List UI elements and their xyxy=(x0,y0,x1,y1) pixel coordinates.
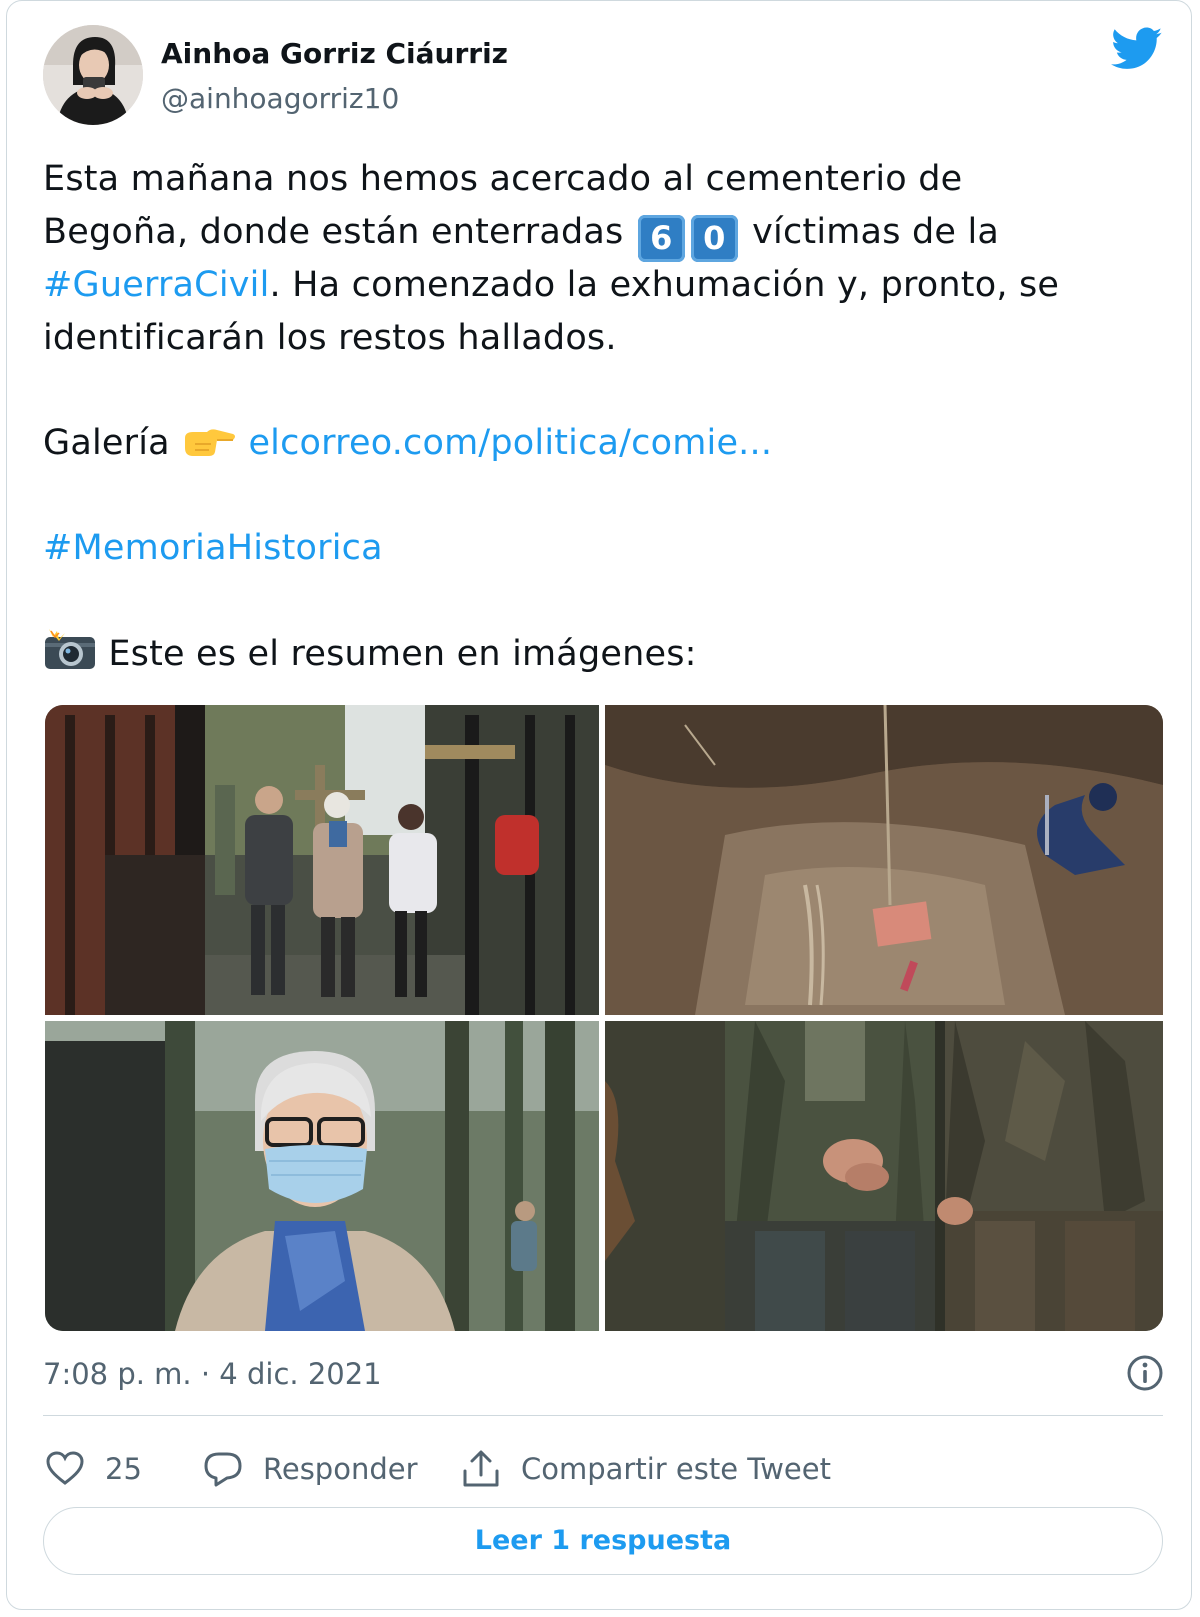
share-label: Compartir este Tweet xyxy=(521,1452,831,1486)
author-handle[interactable]: @ainhoagorriz10 xyxy=(161,81,399,117)
muddy-workers-hands-photo[interactable] xyxy=(605,1021,1163,1331)
tweet-text: Esta mañana nos hemos acercado al cement… xyxy=(43,153,1163,680)
photo-grid xyxy=(45,705,1163,1331)
divider xyxy=(43,1415,1163,1416)
keycap-0: 0 xyxy=(690,215,738,262)
like-button[interactable]: 25 xyxy=(45,1439,142,1499)
cemetery-gate-people-photo[interactable] xyxy=(45,705,599,1015)
share-button[interactable]: Compartir este Tweet xyxy=(461,1439,831,1499)
gallery-label: Galería xyxy=(43,423,170,463)
reply-button[interactable]: Responder xyxy=(203,1439,418,1499)
excavation-pit-photo[interactable] xyxy=(605,705,1163,1015)
tweet-line-1: Esta mañana nos hemos acercado al cement… xyxy=(43,159,963,199)
avatar[interactable] xyxy=(43,25,143,125)
keycap-6: 6 xyxy=(637,215,685,262)
tweet-line-2b: víctimas de la xyxy=(740,212,1000,252)
tweet-card: Ainhoa Gorriz Ciáurriz @ainhoagorriz10 E… xyxy=(6,0,1192,1610)
reply-label: Responder xyxy=(263,1452,418,1486)
heart-icon xyxy=(46,1451,84,1485)
info-icon[interactable] xyxy=(1125,1353,1165,1393)
hashtag-memoriahistorica[interactable]: #MemoriaHistorica xyxy=(43,528,383,568)
author-name[interactable]: Ainhoa Gorriz Ciáurriz xyxy=(161,36,508,72)
tweet-timestamp[interactable]: 7:08 p. m. · 4 dic. 2021 xyxy=(43,1355,382,1393)
elderly-woman-mask-photo[interactable] xyxy=(45,1021,599,1331)
speech-bubble-icon xyxy=(204,1452,242,1487)
share-upload-icon xyxy=(463,1450,499,1487)
tweet-header: Ainhoa Gorriz Ciáurriz @ainhoagorriz10 xyxy=(43,23,1163,133)
like-count: 25 xyxy=(105,1452,142,1486)
backhand-index-pointing-right-emoji xyxy=(185,429,236,456)
tweet-line-4: identificarán los restos hallados. xyxy=(43,318,617,358)
gallery-link[interactable]: elcorreo.com/politica/comie... xyxy=(248,423,772,463)
hashtag-guerracivil[interactable]: #GuerraCivil xyxy=(43,265,270,305)
tweet-line-2a: Begoña, donde están enterradas xyxy=(43,212,635,252)
summary-text: Este es el resumen en imágenes: xyxy=(108,634,697,674)
camera-with-flash-emoji xyxy=(45,629,95,669)
twitter-bird-icon[interactable] xyxy=(1111,27,1163,71)
tweet-actions: 25 Responder Compartir este Tweet xyxy=(43,1439,1163,1499)
tweet-line-3: . Ha comenzado la exhumación y, pronto, … xyxy=(269,265,1060,305)
read-replies-button[interactable]: Leer 1 respuesta xyxy=(43,1507,1163,1575)
